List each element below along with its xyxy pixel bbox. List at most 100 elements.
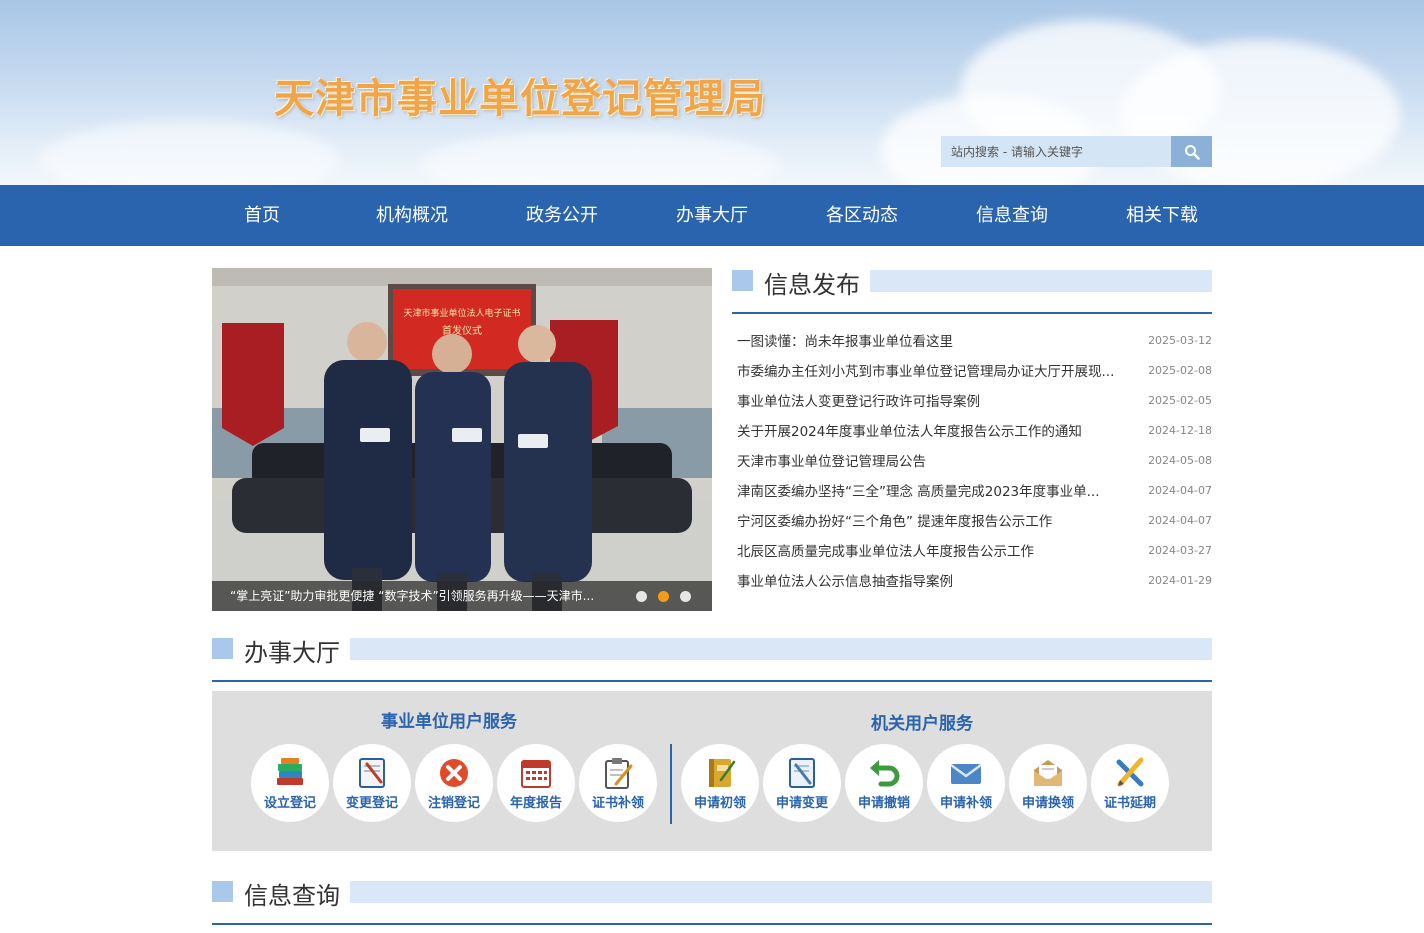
nav-item-home[interactable]: 首页 — [187, 185, 337, 246]
slide-caption[interactable]: “掌上亮证”助力审批更便捷 “数字技术”引领服务再升级——天津市... — [230, 581, 630, 611]
service-hall-panel: 事业单位用户服务 机关用户服务 设立登记 变更登记 注销登记 年度报告 证书补领… — [212, 691, 1212, 851]
service-label: 申请换领 — [1021, 795, 1074, 811]
news-date: 2024-04-07 — [1148, 483, 1212, 497]
section-bar — [350, 881, 1212, 903]
notepad-pen-icon — [359, 757, 385, 788]
apply-change-button[interactable]: 申请变更 — [763, 744, 841, 822]
apply-first-issue-button[interactable]: 申请初领 — [681, 744, 759, 822]
clipboard-edit-icon — [605, 757, 633, 789]
section-marker — [212, 881, 233, 902]
news-date: 2025-03-12 — [1148, 333, 1212, 347]
document-pen-icon — [789, 757, 815, 788]
search-icon — [1184, 144, 1200, 160]
section-title[interactable]: 信息查询 — [244, 876, 340, 911]
search-button[interactable] — [1171, 136, 1212, 167]
nav-item-overview[interactable]: 机构概况 — [337, 185, 487, 246]
list-item[interactable]: 市委编办主任刘小芃到市事业单位登记管理局办证大厅开展现... 2025-02-08 — [737, 355, 1212, 385]
slide-photo: 天津市事业单位法人电子证书 首发仪式 — [212, 268, 712, 611]
news-title[interactable]: 关于开展2024年度事业单位法人年度报告公示工作的通知 — [737, 420, 1132, 440]
calendar-icon — [521, 759, 551, 788]
list-item[interactable]: 北辰区高质量完成事业单位法人年度报告公示工作 2024-03-27 — [737, 535, 1212, 565]
envelope-open-icon — [1034, 759, 1062, 786]
news-title[interactable]: 津南区委编办坚持“三全”理念 高质量完成2023年度事业单... — [737, 480, 1132, 500]
info-release-header: 信息发布 — [732, 268, 1212, 314]
certificate-extension-button[interactable]: 证书延期 — [1091, 744, 1169, 822]
section-marker — [732, 270, 753, 291]
list-item[interactable]: 事业单位法人变更登记行政许可指导案例 2025-02-05 — [737, 385, 1212, 415]
annual-report-button[interactable]: 年度报告 — [497, 744, 575, 822]
news-date: 2024-03-27 — [1148, 543, 1212, 557]
service-label: 申请撤销 — [857, 795, 910, 811]
apply-revoke-button[interactable]: 申请撤销 — [845, 744, 923, 822]
nav-item-district-news[interactable]: 各区动态 — [787, 185, 937, 246]
cancel-registration-button[interactable]: 注销登记 — [415, 744, 493, 822]
list-item[interactable]: 天津市事业单位登记管理局公告 2024-05-08 — [737, 445, 1212, 475]
slideshow[interactable]: 天津市事业单位法人电子证书 首发仪式 “掌上亮证”助力审批更便捷 “数字技术”引… — [212, 268, 712, 611]
news-title[interactable]: 北辰区高质量完成事业单位法人年度报告公示工作 — [737, 540, 1132, 560]
news-title[interactable]: 事业单位法人公示信息抽查指导案例 — [737, 570, 1132, 590]
slide-dot-1[interactable] — [636, 591, 647, 602]
nav-item-downloads[interactable]: 相关下载 — [1087, 185, 1237, 246]
service-label: 年度报告 — [509, 795, 562, 811]
change-registration-button[interactable]: 变更登记 — [333, 744, 411, 822]
certificate-reissue-button[interactable]: 证书补领 — [579, 744, 657, 822]
service-label: 证书延期 — [1103, 795, 1156, 811]
nav-item-gov-affairs[interactable]: 政务公开 — [487, 185, 637, 246]
news-date: 2025-02-05 — [1148, 393, 1212, 407]
nav-item-info-query[interactable]: 信息查询 — [937, 185, 1087, 246]
service-label: 证书补领 — [591, 795, 644, 811]
news-title[interactable]: 宁河区委编办扮好“三个角色” 提速年度报告公示工作 — [737, 510, 1132, 530]
slide-dot-3[interactable] — [680, 591, 691, 602]
list-item[interactable]: 津南区委编办坚持“三全”理念 高质量完成2023年度事业单... 2024-04-… — [737, 475, 1212, 505]
cancel-icon — [440, 758, 468, 787]
service-label: 申请变更 — [775, 795, 828, 811]
section-bar — [350, 638, 1212, 660]
slide-banner-text: 天津市事业单位法人电子证书 — [403, 307, 520, 319]
news-date: 2025-02-08 — [1148, 363, 1212, 377]
section-title[interactable]: 信息发布 — [764, 265, 860, 300]
service-label: 注销登记 — [427, 795, 480, 811]
list-item[interactable]: 事业单位法人公示信息抽查指导案例 2024-01-29 — [737, 565, 1212, 595]
search-input[interactable] — [941, 136, 1171, 167]
slide-caption-bar: “掌上亮证”助力审批更便捷 “数字技术”引领服务再升级——天津市... — [212, 581, 712, 611]
cloud-decoration — [40, 120, 340, 185]
news-title[interactable]: 天津市事业单位登记管理局公告 — [737, 450, 1132, 470]
section-underline — [212, 923, 1212, 925]
cloud-decoration — [420, 130, 780, 185]
news-list: 一图读懂：尚未年报事业单位看这里 2025-03-12 市委编办主任刘小芃到市事业… — [737, 325, 1212, 595]
service-label: 申请补领 — [939, 795, 992, 811]
setup-registration-button[interactable]: 设立登记 — [251, 744, 329, 822]
service-label: 设立登记 — [263, 795, 316, 811]
news-title[interactable]: 事业单位法人变更登记行政许可指导案例 — [737, 390, 1132, 410]
undo-arrow-icon — [870, 759, 900, 786]
site-search — [941, 136, 1212, 167]
list-item[interactable]: 关于开展2024年度事业单位法人年度报告公示工作的通知 2024-12-18 — [737, 415, 1212, 445]
section-title[interactable]: 办事大厅 — [244, 633, 340, 668]
news-date: 2024-05-08 — [1148, 453, 1212, 467]
news-date: 2024-04-07 — [1148, 513, 1212, 527]
apply-reissue-button[interactable]: 申请补领 — [927, 744, 1005, 822]
nav-item-service-hall[interactable]: 办事大厅 — [637, 185, 787, 246]
section-underline — [732, 312, 1212, 314]
group-divider — [670, 744, 672, 824]
service-hall-header: 办事大厅 — [212, 636, 1212, 682]
main-nav: 首页 机构概况 政务公开 办事大厅 各区动态 信息查询 相关下载 — [0, 185, 1424, 246]
apply-exchange-button[interactable]: 申请换领 — [1009, 744, 1087, 822]
news-date: 2024-12-18 — [1148, 423, 1212, 437]
pencil-ruler-icon — [1116, 757, 1144, 786]
books-icon — [277, 757, 303, 785]
section-underline — [212, 680, 1212, 682]
site-title[interactable]: 天津市事业单位登记管理局 — [274, 66, 766, 124]
list-item[interactable]: 宁河区委编办扮好“三个角色” 提速年度报告公示工作 2024-04-07 — [737, 505, 1212, 535]
section-bar — [870, 270, 1212, 292]
mail-icon — [950, 763, 982, 784]
group-title-agency: 机关用户服务 — [871, 714, 973, 734]
section-marker — [212, 638, 233, 659]
notebook-icon — [709, 758, 736, 787]
slide-dot-2[interactable] — [658, 591, 669, 602]
news-title[interactable]: 市委编办主任刘小芃到市事业单位登记管理局办证大厅开展现... — [737, 360, 1132, 380]
list-item[interactable]: 一图读懂：尚未年报事业单位看这里 2025-03-12 — [737, 325, 1212, 355]
news-title[interactable]: 一图读懂：尚未年报事业单位看这里 — [737, 330, 1132, 350]
site-header: 天津市事业单位登记管理局 — [0, 0, 1424, 185]
info-query-header: 信息查询 — [212, 879, 1212, 925]
